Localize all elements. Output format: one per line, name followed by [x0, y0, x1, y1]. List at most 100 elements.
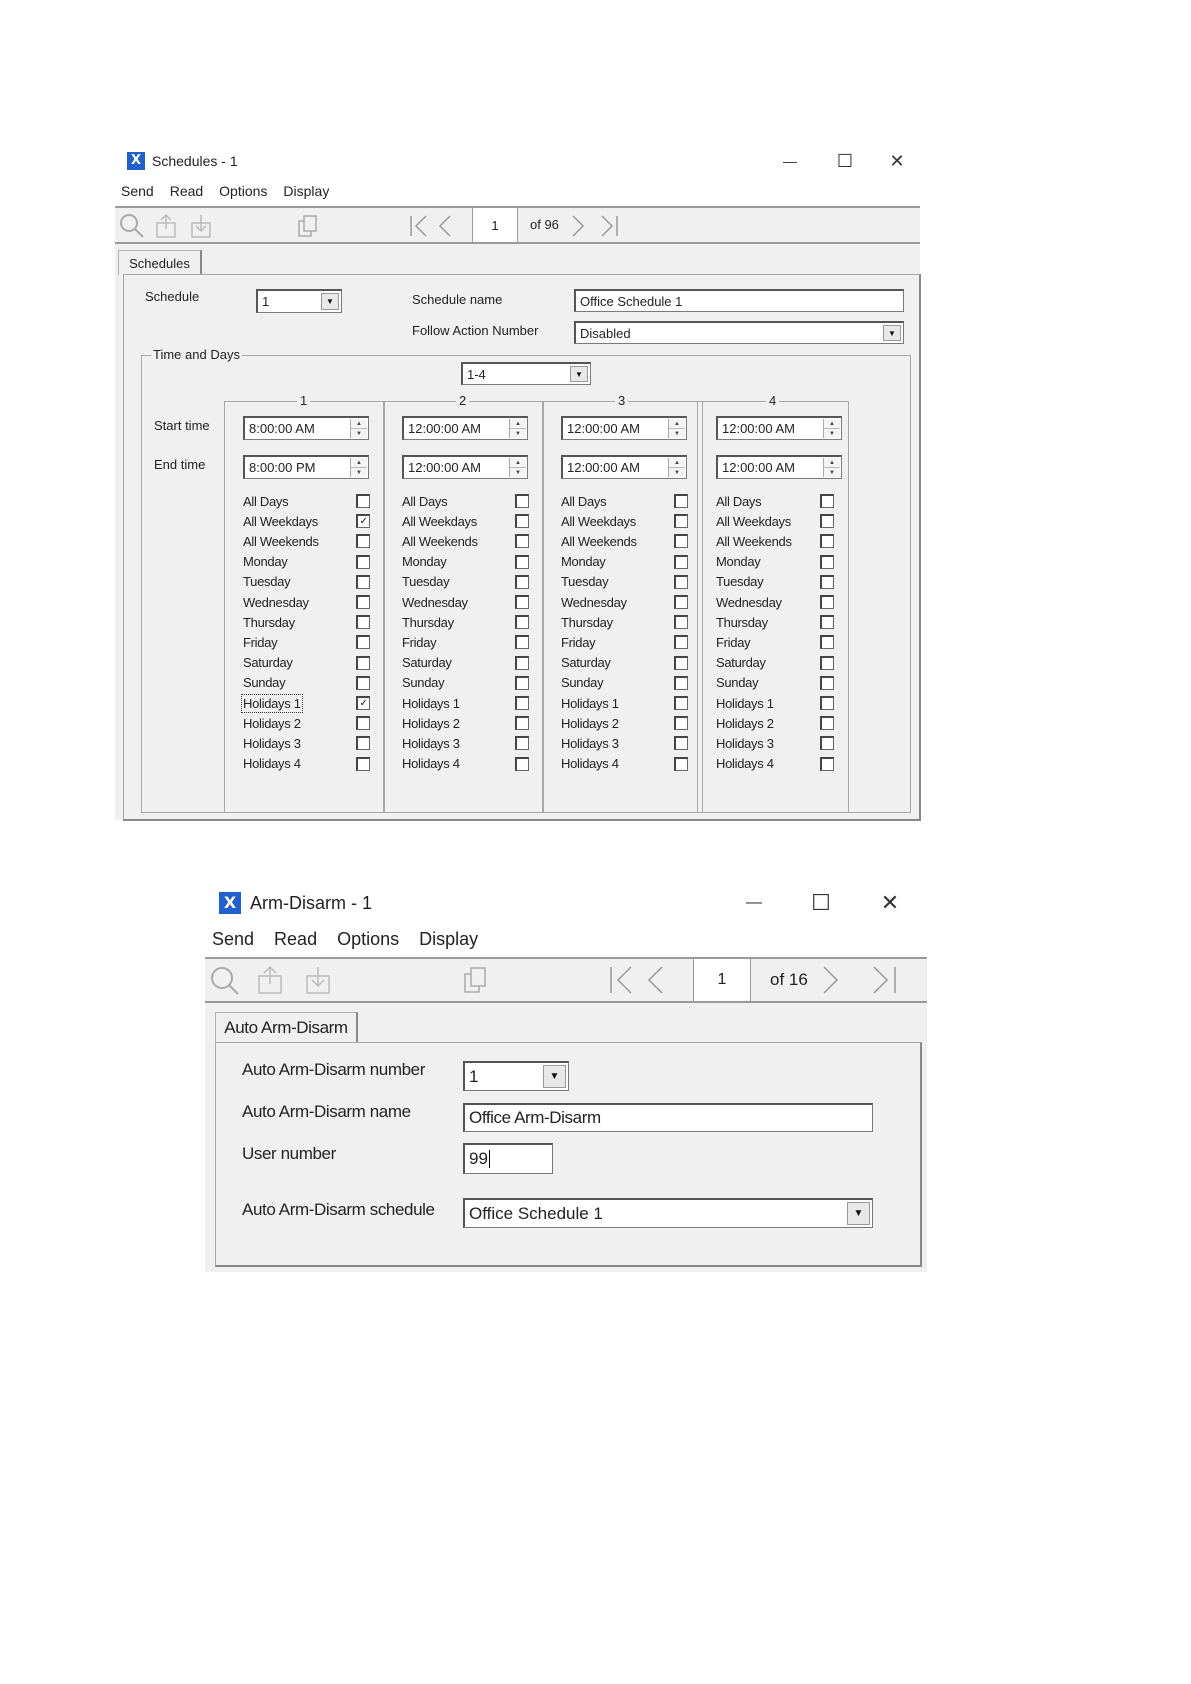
spinner-arrows-icon[interactable]: ▲ ▼	[509, 458, 526, 477]
previous-page-icon[interactable]	[437, 214, 453, 238]
day-checkbox[interactable]	[515, 494, 529, 508]
spin-up-icon[interactable]: ▲	[510, 419, 526, 428]
last-page-icon[interactable]	[870, 965, 898, 995]
minimize-button[interactable]: —	[732, 885, 776, 921]
auto-arm-disarm-name-field[interactable]: Office Arm-Disarm	[463, 1103, 873, 1132]
day-checkbox[interactable]	[515, 696, 529, 710]
day-checkbox[interactable]	[356, 494, 370, 508]
copy-icon[interactable]	[463, 966, 489, 994]
next-page-icon[interactable]	[820, 965, 840, 995]
spin-down-icon[interactable]: ▼	[669, 467, 685, 477]
day-checkbox[interactable]	[674, 716, 688, 731]
spinner-arrows-icon[interactable]: ▲ ▼	[823, 458, 840, 477]
day-checkbox[interactable]	[356, 716, 370, 731]
spin-down-icon[interactable]: ▼	[351, 428, 367, 438]
day-checkbox[interactable]	[674, 514, 688, 529]
spinner-arrows-icon[interactable]: ▲ ▼	[509, 419, 526, 438]
maximize-button[interactable]: ☐	[799, 885, 843, 921]
upload-icon[interactable]	[257, 965, 283, 995]
day-checkbox[interactable]	[820, 514, 834, 529]
day-checkbox[interactable]	[356, 736, 370, 751]
day-checkbox[interactable]	[515, 554, 529, 569]
day-checkbox[interactable]	[356, 655, 370, 670]
start-time-field[interactable]: 8:00:00 AM ▲ ▼	[243, 416, 369, 440]
day-checkbox[interactable]	[356, 534, 370, 549]
spin-up-icon[interactable]: ▲	[824, 458, 840, 467]
menu-send[interactable]: Send	[121, 183, 154, 203]
day-checkbox[interactable]	[674, 675, 688, 690]
spin-up-icon[interactable]: ▲	[510, 458, 526, 467]
spin-down-icon[interactable]: ▼	[351, 467, 367, 477]
day-checkbox[interactable]	[356, 675, 370, 690]
day-checkbox[interactable]	[674, 696, 688, 710]
tab-schedules[interactable]: Schedules	[118, 250, 202, 275]
spin-down-icon[interactable]: ▼	[824, 467, 840, 477]
chevron-down-icon[interactable]: ▼	[847, 1202, 870, 1225]
menu-display[interactable]: Display	[283, 183, 329, 203]
day-checkbox[interactable]	[356, 756, 370, 771]
maximize-button[interactable]: ☐	[825, 145, 865, 177]
day-checkbox[interactable]	[674, 595, 688, 609]
spinner-arrows-icon[interactable]: ▲ ▼	[668, 458, 685, 477]
day-checkbox[interactable]	[356, 554, 370, 569]
day-checkbox[interactable]	[515, 736, 529, 751]
start-time-field[interactable]: 12:00:00 AM ▲ ▼	[561, 416, 687, 440]
chevron-down-icon[interactable]: ▼	[883, 325, 901, 341]
search-icon[interactable]	[210, 966, 240, 996]
menu-display[interactable]: Display	[419, 929, 478, 953]
day-checkbox[interactable]	[820, 696, 834, 710]
start-time-field[interactable]: 12:00:00 AM ▲ ▼	[402, 416, 528, 440]
day-checkbox[interactable]	[674, 574, 688, 589]
end-time-field[interactable]: 12:00:00 AM ▲ ▼	[716, 455, 842, 479]
day-checkbox[interactable]	[674, 655, 688, 670]
copy-icon[interactable]	[297, 214, 319, 238]
chevron-down-icon[interactable]: ▼	[543, 1065, 566, 1088]
day-checkbox[interactable]: ✓	[356, 514, 370, 529]
day-checkbox[interactable]	[674, 615, 688, 630]
chevron-down-icon[interactable]: ▼	[321, 293, 339, 310]
close-button[interactable]: ✕	[868, 885, 912, 921]
day-checkbox[interactable]	[515, 574, 529, 589]
day-checkbox[interactable]	[515, 655, 529, 670]
schedule-name-field[interactable]: Office Schedule 1	[574, 289, 904, 312]
day-checkbox[interactable]	[820, 494, 834, 508]
day-checkbox[interactable]	[674, 494, 688, 508]
end-time-field[interactable]: 12:00:00 AM ▲ ▼	[561, 455, 687, 479]
spin-down-icon[interactable]: ▼	[669, 428, 685, 438]
follow-action-select[interactable]: Disabled ▼	[574, 321, 904, 344]
page-number-field[interactable]: 1	[693, 959, 751, 1001]
chevron-down-icon[interactable]: ▼	[570, 366, 588, 382]
day-checkbox[interactable]	[515, 716, 529, 731]
day-checkbox[interactable]	[674, 554, 688, 569]
day-checkbox[interactable]	[515, 534, 529, 549]
spin-down-icon[interactable]: ▼	[824, 428, 840, 438]
day-checkbox[interactable]	[674, 635, 688, 650]
spin-up-icon[interactable]: ▲	[669, 458, 685, 467]
end-time-field[interactable]: 8:00:00 PM ▲ ▼	[243, 455, 369, 479]
menu-read[interactable]: Read	[274, 929, 317, 953]
spinner-arrows-icon[interactable]: ▲ ▼	[350, 458, 367, 477]
range-select[interactable]: 1-4 ▼	[461, 362, 591, 385]
day-checkbox[interactable]	[356, 574, 370, 589]
upload-icon[interactable]	[155, 213, 177, 239]
search-icon[interactable]	[119, 213, 145, 239]
first-page-icon[interactable]	[408, 214, 430, 238]
day-checkbox[interactable]	[674, 756, 688, 771]
menu-read[interactable]: Read	[170, 183, 203, 203]
day-checkbox[interactable]	[820, 615, 834, 630]
day-checkbox[interactable]	[820, 716, 834, 731]
day-checkbox[interactable]	[820, 736, 834, 751]
spin-up-icon[interactable]: ▲	[669, 419, 685, 428]
spinner-arrows-icon[interactable]: ▲ ▼	[823, 419, 840, 438]
last-page-icon[interactable]	[598, 214, 620, 238]
schedule-select[interactable]: 1 ▼	[256, 289, 342, 313]
day-checkbox[interactable]	[820, 635, 834, 650]
day-checkbox[interactable]	[820, 574, 834, 589]
spin-up-icon[interactable]: ▲	[351, 458, 367, 467]
day-checkbox[interactable]	[356, 615, 370, 630]
day-checkbox[interactable]	[515, 595, 529, 609]
download-icon[interactable]	[305, 965, 331, 995]
day-checkbox[interactable]	[820, 756, 834, 771]
day-checkbox[interactable]	[515, 635, 529, 650]
spinner-arrows-icon[interactable]: ▲ ▼	[350, 419, 367, 438]
